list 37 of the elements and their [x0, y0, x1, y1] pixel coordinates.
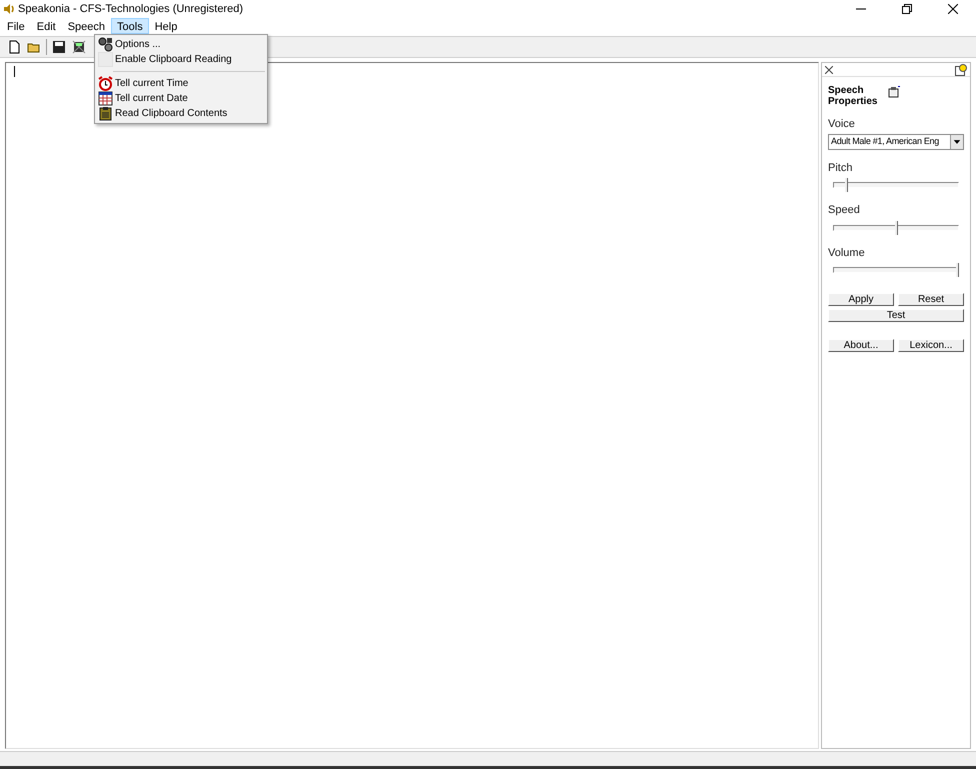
slider-track[interactable] [833, 178, 959, 192]
voice-label: Voice [828, 117, 856, 132]
slider-label: Volume [828, 246, 866, 260]
panel-button[interactable]: About... [828, 339, 894, 352]
menu-entry[interactable]: Tell current Time [115, 76, 188, 91]
panel-button[interactable]: Lexicon... [898, 339, 964, 352]
voice-dropdown[interactable]: Adult Male #1, American Eng [828, 134, 964, 150]
panel-button[interactable]: Reset [898, 293, 964, 306]
menu-item[interactable]: Edit [30, 18, 62, 34]
menu-entry[interactable]: Read Clipboard Contents [115, 106, 228, 121]
panel-title: Speech Properties [828, 85, 878, 107]
close-icon[interactable] [948, 4, 958, 14]
panel-button[interactable]: Apply [828, 293, 894, 306]
menu-item[interactable]: Speech [62, 18, 112, 34]
slider-thumb[interactable] [956, 263, 959, 277]
slider-label: Pitch [828, 160, 854, 176]
slider-thumb[interactable] [845, 178, 848, 192]
menu-item[interactable]: File [1, 18, 31, 34]
menu-entry[interactable]: Tell current Date [115, 91, 188, 106]
alarm-clock-icon [98, 76, 112, 91]
clipboard-icon [98, 106, 112, 121]
menu-item[interactable]: Tools [111, 18, 149, 34]
menu-item[interactable]: Help [148, 18, 184, 34]
properties-icon [888, 86, 901, 98]
calendar-icon [98, 91, 112, 106]
speaker-icon [3, 3, 15, 15]
close-icon[interactable] [825, 66, 833, 74]
window-title: Speakonia - CFS-Technologies (Unregistered) [18, 2, 243, 17]
slider-track[interactable] [833, 263, 959, 277]
menu-entry[interactable]: Options ... [115, 37, 161, 52]
checkbox[interactable] [98, 52, 112, 67]
slider-label: Speed [828, 203, 861, 218]
slider-thumb[interactable] [894, 220, 898, 234]
menu-entry[interactable]: Enable Clipboard Reading [115, 52, 232, 67]
panel-button[interactable]: Test [828, 309, 964, 322]
slider-track[interactable] [833, 220, 959, 234]
restore-icon[interactable] [902, 4, 912, 14]
